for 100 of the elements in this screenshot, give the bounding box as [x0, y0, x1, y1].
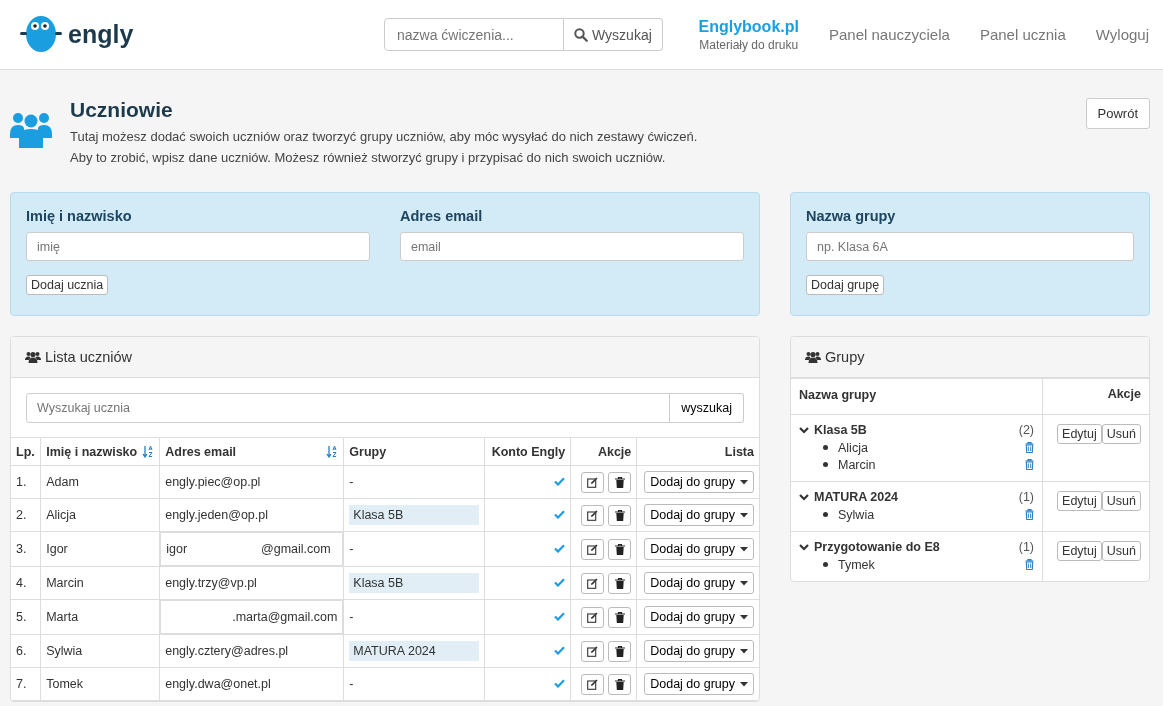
edit-button[interactable]: [581, 606, 605, 628]
group-name[interactable]: MATURA 2024: [814, 490, 1014, 504]
member-name: Marcin: [838, 457, 877, 472]
edit-button[interactable]: Edytuj: [1057, 491, 1102, 511]
chevron-icon[interactable]: [799, 426, 809, 434]
delete-button[interactable]: [608, 471, 632, 493]
add-to-group-dropdown[interactable]: Dodaj do grupy: [644, 504, 754, 526]
add-to-group-dropdown[interactable]: Dodaj do grupy: [644, 572, 754, 594]
caret-icon: [740, 681, 748, 687]
group-name[interactable]: Przygotowanie do E8: [814, 540, 1014, 554]
search-button[interactable]: wyszukaj: [670, 393, 744, 423]
edit-button[interactable]: [581, 640, 605, 662]
group-tag: MATURA 2024: [349, 641, 480, 661]
logo-text[interactable]: engly: [68, 20, 134, 49]
edit-button[interactable]: [581, 538, 605, 560]
edit-icon: [587, 678, 599, 690]
nav-link[interactable]: Panel nauczyciela: [828, 26, 950, 43]
table-cell: Igor: [40, 531, 160, 567]
trash-icon: [614, 645, 625, 657]
edit-button[interactable]: [581, 572, 605, 594]
table-cell: 1.: [11, 465, 41, 499]
edit-icon: [587, 509, 599, 521]
trash-icon: [614, 577, 625, 589]
users-icon: [805, 351, 821, 363]
mascot-icon: [20, 15, 62, 52]
chevron-icon[interactable]: [799, 543, 809, 551]
table-cell: Tomek: [40, 667, 160, 701]
group-name[interactable]: Klasa 5B: [814, 423, 1014, 437]
search-button[interactable]: Wyszukaj: [564, 18, 663, 51]
trash-icon: [614, 476, 625, 488]
add-group-button[interactable]: Dodaj grupę: [806, 275, 885, 295]
caret-icon: [740, 512, 748, 518]
bullet-icon: [823, 445, 828, 450]
edit-button[interactable]: [581, 471, 605, 493]
delete-button[interactable]: Usuń: [1101, 541, 1141, 561]
column-header: Grupy: [349, 444, 387, 459]
add-to-group-dropdown[interactable]: Dodaj do grupy: [644, 673, 754, 695]
add-to-group-dropdown[interactable]: Dodaj do grupy: [644, 471, 754, 493]
trash-icon[interactable]: [1025, 559, 1034, 570]
table-cell: engly.dwa@onet.pl: [159, 667, 344, 701]
sort-icon[interactable]: [142, 445, 155, 458]
delete-button[interactable]: Usuń: [1101, 491, 1141, 511]
add-to-group-dropdown[interactable]: Dodaj do grupy: [644, 606, 754, 628]
trash-icon: [614, 509, 625, 521]
delete-button[interactable]: [608, 640, 632, 662]
name-field[interactable]: imię: [26, 232, 370, 261]
caret-icon: [740, 479, 748, 485]
trash-icon[interactable]: [1025, 442, 1034, 453]
member-count: (1): [1018, 490, 1034, 504]
table-cell: engly.piec@op.pl: [159, 465, 344, 499]
nav-link[interactable]: Wyloguj: [1095, 26, 1149, 43]
add-to-group-dropdown[interactable]: Dodaj do grupy: [644, 538, 754, 560]
column-header: Imię i nazwisko: [46, 444, 138, 459]
table-cell: -: [349, 677, 354, 691]
add-student-button[interactable]: Dodaj ucznia: [26, 275, 109, 295]
search-field[interactable]: nazwa ćwiczenia...: [384, 18, 564, 51]
column-header: Akcje: [1042, 378, 1149, 415]
brand-subtitle: Materiały do druku: [699, 37, 799, 52]
trash-icon: [614, 611, 625, 623]
table-cell: Alicja: [40, 498, 160, 532]
member-name: Alicja: [838, 440, 869, 455]
delete-button[interactable]: [608, 673, 632, 695]
edit-button[interactable]: [581, 673, 605, 695]
panel-title: Lista uczniów: [45, 349, 133, 365]
panel-title: Grupy: [825, 349, 865, 365]
table-cell: engly.trzy@vp.pl: [159, 566, 344, 600]
group-name-field[interactable]: np. Klasa 6A: [806, 232, 1134, 261]
edit-icon: [587, 611, 599, 623]
caret-icon: [740, 614, 748, 620]
trash-icon[interactable]: [1025, 509, 1034, 520]
table-cell: Marta: [40, 599, 160, 635]
table-cell: engly.cztery@adres.pl: [159, 634, 344, 668]
group-tag: Klasa 5B: [349, 573, 480, 593]
delete-button[interactable]: [608, 606, 632, 628]
add-to-group-dropdown[interactable]: Dodaj do grupy: [644, 640, 754, 662]
back-button[interactable]: Powrót: [1085, 98, 1150, 129]
table-cell: 2.: [11, 498, 41, 532]
search-icon: [574, 27, 588, 42]
edit-button[interactable]: Edytuj: [1057, 424, 1102, 444]
sort-icon[interactable]: [326, 445, 339, 458]
student-search-field[interactable]: Wyszukaj ucznia: [26, 393, 671, 423]
nav-link[interactable]: Panel ucznia: [979, 26, 1066, 43]
delete-button[interactable]: [608, 538, 632, 560]
trash-icon: [614, 678, 625, 690]
edit-button[interactable]: Edytuj: [1057, 541, 1102, 561]
chevron-icon[interactable]: [799, 493, 809, 501]
users-icon: [25, 351, 41, 363]
email-field[interactable]: email: [400, 232, 744, 261]
edit-button[interactable]: [581, 504, 605, 526]
table-cell: -: [349, 610, 354, 624]
column-header: Adres email: [165, 444, 237, 459]
trash-icon[interactable]: [1025, 459, 1034, 470]
table-cell: 7.: [11, 667, 41, 701]
description-text: Aby to zrobić, wpisz dane uczniów. Możesz również stworzyć grupy i przypisać do nich swoich uczniów.: [70, 149, 667, 167]
member-count: (2): [1018, 423, 1034, 437]
field-label: Adres email: [400, 208, 484, 224]
delete-button[interactable]: [608, 572, 632, 594]
column-header: Nazwa grupy: [791, 378, 1043, 415]
delete-button[interactable]: Usuń: [1101, 424, 1141, 444]
delete-button[interactable]: [608, 504, 632, 526]
